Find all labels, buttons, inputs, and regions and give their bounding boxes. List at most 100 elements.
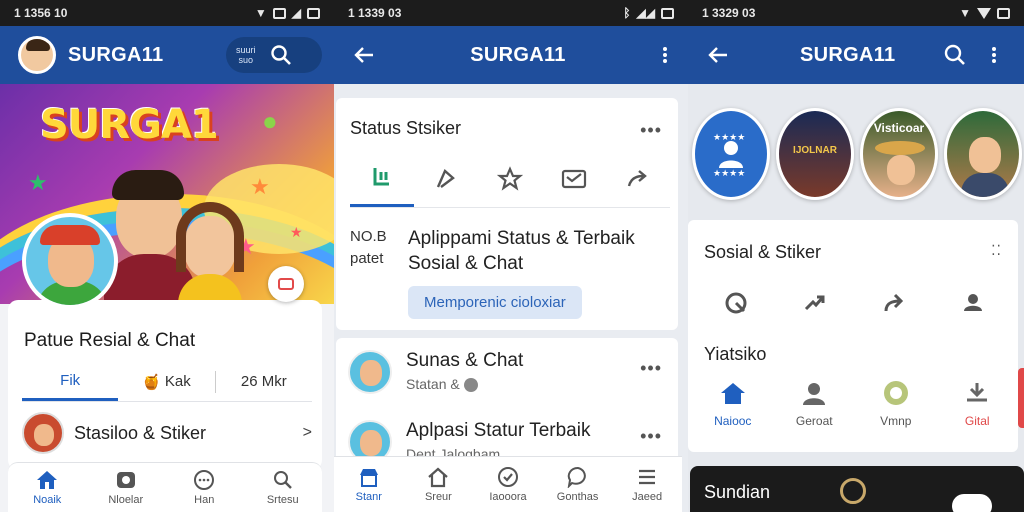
profile-avatar[interactable] [22,213,118,309]
shortcut-person[interactable]: Geroat [774,380,856,428]
profile-name: Patue Resial & Chat [24,330,196,351]
status-time: 1 3329 03 [702,6,756,20]
status-card: Status Stsiker ••• NO.B patet Aplippami … [336,98,678,330]
tab-fik[interactable]: Fik [22,362,119,401]
list-item[interactable]: Stasiloo & Stiker ˃ [22,410,312,456]
honey-icon: 🍯 [142,373,161,391]
search-person-icon [273,471,292,489]
app-bar: SURGA11 suuri suo [0,26,334,84]
search-hint: suuri suo [236,45,256,65]
more-icon[interactable]: ⁚⁚ [991,242,1002,259]
list-item-title: Aplpasi Statur Terbaik [406,420,591,441]
tab-status[interactable] [350,150,414,207]
feed-entry[interactable]: NO.B patet Aplippami Status & Terbaik So… [350,226,670,276]
app-title: SURGA11 [68,43,164,66]
list-item[interactable]: Sunas & Chat Statan & [348,350,668,394]
nav-label: Srtesu [266,494,299,506]
battery-icon [307,7,320,19]
tab-mkr[interactable]: 26 Mkr [216,362,312,401]
status-bar: 1 3329 03 ▼ [688,0,1024,26]
feed-line: Aplippami Status & Terbaik [408,228,635,249]
promo-banner[interactable]: Sundian [690,466,1024,512]
story-caption: Visticoar [873,121,925,135]
more-icon[interactable]: ••• [640,426,662,447]
nav-sticker[interactable]: Nloelar [87,463,166,512]
tab-kak[interactable]: 🍯 Kak [118,362,214,401]
shortcut-label: Gital [964,414,990,428]
profile-card: Patue Resial & Chat Fik 🍯 Kak 26 Mkr Stas… [8,300,322,470]
avatar [22,412,64,454]
screen-profile: 1 1356 10 ▼ ◢ SURGA11 suuri suo SURGA1 ★… [0,0,334,512]
refresh-icon [725,292,746,314]
story-item[interactable] [944,108,1022,200]
nav-check[interactable]: Iaooora [473,457,543,512]
story-item[interactable]: IJOLNAR [776,108,854,200]
shortcut-home[interactable]: Naiooc [692,380,774,428]
search-bar[interactable]: suuri suo [226,37,322,73]
nav-home[interactable]: Noaik [8,463,87,512]
person-icon [803,383,826,405]
search-icon[interactable] [943,43,967,67]
back-arrow-icon[interactable] [352,44,376,66]
tab-share[interactable] [606,150,670,207]
list-item-subtitle: Statan & [406,376,523,393]
card-title: Status Stsiker [350,118,462,138]
shortcut-badge[interactable]: Vmnp [855,380,937,428]
star-icon: ★ [290,224,303,240]
cloud-icon [952,494,992,512]
nav-store[interactable]: Stanr [334,457,404,512]
more-vert-icon[interactable] [660,44,670,66]
nav-chat[interactable]: Han [165,463,244,512]
bluetooth-icon: ᛒ [623,6,631,20]
more-icon[interactable]: ••• [640,358,662,379]
star-icon: ★ [28,170,48,195]
story-item[interactable]: ★★★★ ★★★★ [692,108,770,200]
nav-label: Iaooora [489,491,527,503]
forward-arrow-icon [884,293,903,312]
story-item[interactable]: Visticoar [860,108,938,200]
emoji-icon [463,378,478,393]
action-refresh[interactable] [696,278,775,328]
sticker-action-button[interactable] [268,266,304,302]
app-title: SURGA11 [470,43,566,66]
signal-icon: ◢ [291,6,301,20]
action-forward[interactable] [854,278,933,328]
signal-box-icon [272,7,286,19]
badge-icon [883,381,908,405]
profile-tabs: Fik 🍯 Kak 26 Mkr [22,362,312,402]
section-title: Yiatsiko [704,344,767,364]
nav-chat[interactable]: Gonthas [543,457,613,512]
share-icon [804,295,824,311]
action-chip[interactable]: Memporenic cioloxiar [408,286,582,319]
character-hair [112,170,184,200]
more-vert-icon[interactable] [989,44,999,66]
avatar[interactable] [18,36,56,74]
shortcut-label: Vmnp [880,414,912,428]
home-icon [720,383,745,404]
feed-side-bottom: patet [350,250,384,267]
tab-mail[interactable] [542,150,606,207]
back-arrow-icon[interactable] [706,44,730,66]
frame-icon [278,278,294,290]
nav-menu[interactable]: Jaeed [612,457,682,512]
chat-icon [194,470,215,490]
tab-edit[interactable] [414,150,478,207]
search-icon [270,45,291,65]
action-share[interactable] [775,278,854,328]
tab-favorite[interactable] [478,150,542,207]
pen-icon [436,168,455,188]
nav-label: Han [194,494,215,506]
status-time: 1 1339 03 [348,6,402,20]
more-icon[interactable]: ••• [640,120,662,141]
action-person[interactable] [933,278,1012,328]
nav-label: Sreur [424,491,452,503]
status-icon [373,168,389,186]
nav-search[interactable]: Srtesu [244,463,323,512]
shortcut-label: Naiooc [714,414,752,428]
nav-label: Nloelar [108,494,144,506]
feed-line: Sosial & Chat [408,253,524,274]
battery-icon [661,7,674,19]
shortcut-download[interactable]: Gital [937,380,1019,428]
character-girl-hair [176,202,244,272]
nav-home[interactable]: Sreur [404,457,474,512]
